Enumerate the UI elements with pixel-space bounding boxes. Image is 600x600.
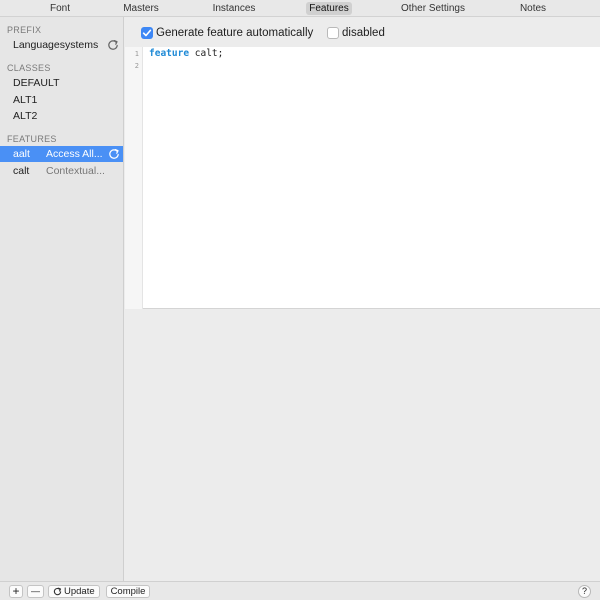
feature-description: Access All... xyxy=(46,148,103,160)
plus-icon: + xyxy=(12,584,20,598)
line-number-gutter: 1 2 xyxy=(125,47,143,309)
checkmark-icon xyxy=(142,29,152,37)
sidebar-item-alt1[interactable]: ALT1 xyxy=(0,92,123,108)
disabled-label[interactable]: disabled xyxy=(342,26,385,40)
tab-font[interactable]: Font xyxy=(49,2,71,15)
add-button[interactable]: + xyxy=(9,585,23,598)
bottom-toolbar: + — Update Compile ? xyxy=(0,581,600,600)
features-window: Font Masters Instances Features Other Se… xyxy=(0,0,600,600)
feature-tag: aalt xyxy=(13,148,30,160)
sidebar-item-alt2[interactable]: ALT2 xyxy=(0,108,123,124)
update-button[interactable]: Update xyxy=(48,585,100,598)
feature-tag: calt xyxy=(13,165,30,177)
update-label: Update xyxy=(64,586,95,597)
remove-button[interactable]: — xyxy=(27,585,44,598)
generate-automatically-label[interactable]: Generate feature automatically xyxy=(156,26,313,40)
sidebar-item-languagesystems[interactable]: Languagesystems xyxy=(0,37,123,53)
code-text: calt; xyxy=(189,48,224,59)
prefix-header: PREFIX xyxy=(7,25,42,35)
refresh-icon[interactable] xyxy=(107,39,119,51)
tab-masters[interactable]: Masters xyxy=(122,2,160,15)
features-header: FEATURES xyxy=(7,134,57,144)
compile-button[interactable]: Compile xyxy=(106,585,150,598)
classes-header: CLASSES xyxy=(7,63,51,73)
feature-description: Contextual... xyxy=(46,165,104,177)
generate-automatically-checkbox[interactable] xyxy=(141,27,153,39)
line-number: 1 xyxy=(134,50,139,58)
refresh-icon[interactable] xyxy=(108,148,120,160)
sidebar-item-calt[interactable]: calt Contextual... xyxy=(0,163,123,179)
disabled-checkbox[interactable] xyxy=(327,27,339,39)
sidebar-item-label: Languagesystems xyxy=(13,39,99,51)
code-keyword: feature xyxy=(149,48,190,59)
minus-icon: — xyxy=(31,586,40,596)
sidebar: PREFIX Languagesystems CLASSES DEFAULT A… xyxy=(0,17,124,581)
sidebar-item-aalt[interactable]: aalt Access All... xyxy=(0,146,123,162)
code-line[interactable]: feature calt; xyxy=(149,48,223,60)
tab-bar: Font Masters Instances Features Other Se… xyxy=(0,0,600,17)
tab-notes[interactable]: Notes xyxy=(518,2,548,15)
feature-code-editor[interactable]: 1 2 feature calt; xyxy=(125,47,600,309)
help-button[interactable]: ? xyxy=(578,585,591,598)
refresh-icon xyxy=(53,587,62,596)
feature-options-bar: Generate feature automatically disabled xyxy=(125,17,600,47)
output-pane xyxy=(125,310,600,581)
line-number: 2 xyxy=(134,62,139,70)
tab-instances[interactable]: Instances xyxy=(211,2,257,15)
tab-other-settings[interactable]: Other Settings xyxy=(400,2,466,15)
tab-features[interactable]: Features xyxy=(306,2,352,15)
sidebar-item-label: DEFAULT xyxy=(13,77,60,89)
sidebar-item-label: ALT1 xyxy=(13,94,38,106)
sidebar-item-default[interactable]: DEFAULT xyxy=(0,75,123,91)
sidebar-item-label: ALT2 xyxy=(13,110,38,122)
